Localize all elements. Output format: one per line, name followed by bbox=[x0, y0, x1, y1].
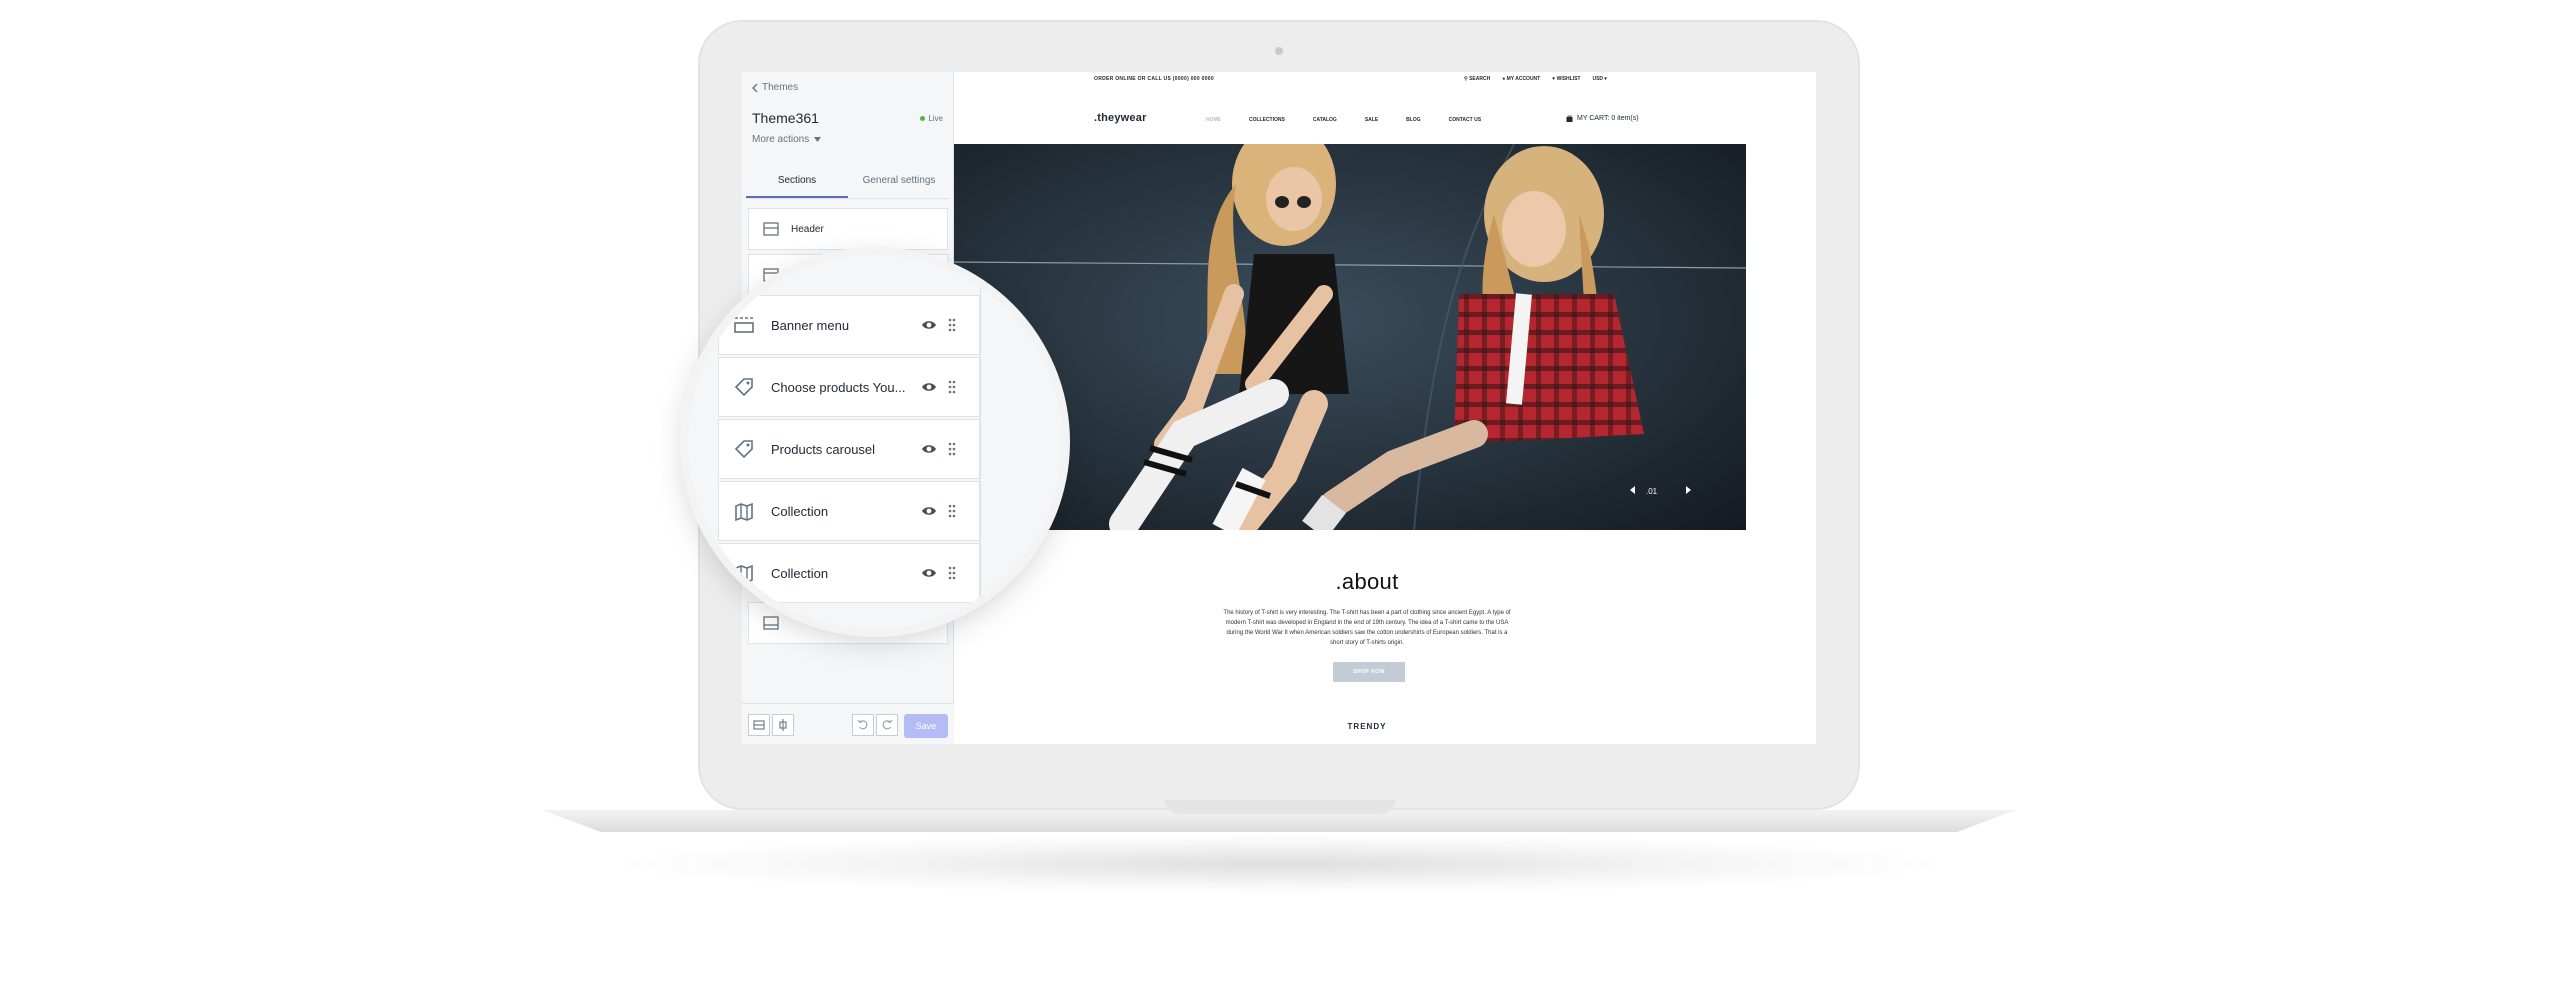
save-button[interactable]: Save bbox=[904, 714, 948, 738]
more-actions-button[interactable]: More actions bbox=[752, 134, 822, 145]
section-item-collection[interactable]: Collection bbox=[718, 481, 980, 541]
eye-icon[interactable] bbox=[921, 379, 937, 395]
slider-prev-button[interactable] bbox=[1622, 478, 1640, 500]
nav-contact[interactable]: CONTACT US bbox=[1449, 117, 1481, 123]
drag-handle-icon[interactable] bbox=[947, 503, 957, 519]
inspector-button[interactable] bbox=[772, 714, 794, 736]
store-preview: ORDER ONLINE OR CALL US (0000) 000 0000 … bbox=[954, 72, 1816, 744]
nav-home[interactable]: HOME bbox=[1206, 117, 1221, 123]
store-logo[interactable]: .theywear bbox=[1094, 112, 1147, 124]
bag-icon bbox=[1566, 115, 1573, 122]
collection-icon bbox=[735, 564, 753, 584]
nav-collections[interactable]: COLLECTIONS bbox=[1249, 117, 1285, 123]
wishlist-label: WISHLIST bbox=[1556, 76, 1581, 82]
cart-link[interactable]: MY CART: 0 item(s) bbox=[1566, 115, 1639, 122]
eye-icon[interactable] bbox=[921, 317, 937, 333]
back-link-label: Themes bbox=[762, 82, 799, 93]
tag-icon bbox=[734, 440, 753, 459]
tag-icon bbox=[734, 378, 753, 397]
nav-catalog[interactable]: CATALOG bbox=[1313, 117, 1337, 123]
laptop-notch bbox=[1165, 800, 1395, 814]
slider-next-button[interactable] bbox=[1680, 478, 1698, 500]
section-item-header[interactable]: Header bbox=[748, 208, 948, 250]
drag-handle-icon[interactable] bbox=[947, 565, 957, 581]
banner-menu-icon bbox=[734, 317, 754, 333]
layout-icon bbox=[753, 720, 765, 730]
currency-label: USD bbox=[1592, 76, 1604, 82]
currency-select[interactable]: USD ▾ bbox=[1592, 76, 1606, 82]
order-info: ORDER ONLINE OR CALL US (0000) 000 0000 bbox=[1094, 76, 1214, 82]
store-topbar: ORDER ONLINE OR CALL US (0000) 000 0000 … bbox=[954, 72, 1816, 88]
redo-icon bbox=[882, 719, 893, 730]
tab-general-settings[interactable]: General settings bbox=[848, 168, 950, 198]
section-label: Header bbox=[791, 223, 824, 235]
magnifier-lens: Banner menu Choose products You... Produ… bbox=[688, 255, 1062, 629]
account-link[interactable]: ● MY ACCOUNT bbox=[1502, 76, 1540, 82]
laptop-shadow bbox=[620, 834, 1940, 894]
eye-icon[interactable] bbox=[921, 441, 937, 457]
nav-sale[interactable]: SALE bbox=[1365, 117, 1378, 123]
undo-icon bbox=[857, 719, 868, 730]
eye-icon[interactable] bbox=[921, 503, 937, 519]
section-item-choose-products[interactable]: Choose products You... bbox=[718, 357, 980, 417]
section-label: Products carousel bbox=[771, 441, 876, 457]
cart-label: MY CART: 0 item(s) bbox=[1577, 115, 1639, 122]
editor-tabs: Sections General settings bbox=[746, 168, 950, 199]
section-label: Collection bbox=[771, 565, 829, 581]
search-link[interactable]: ⚲ SEARCH bbox=[1464, 76, 1490, 82]
nav-blog[interactable]: BLOG bbox=[1406, 117, 1420, 123]
trendy-heading: TRENDY bbox=[1347, 722, 1387, 731]
camera-dot bbox=[1275, 47, 1283, 55]
section-item-banner-menu[interactable]: Banner menu bbox=[718, 295, 980, 355]
caret-down-icon bbox=[814, 137, 822, 142]
section-icon bbox=[763, 616, 779, 630]
lens-divider bbox=[980, 255, 981, 629]
section-icon bbox=[763, 268, 779, 282]
status-badge: Live bbox=[920, 114, 943, 123]
about-text: The history of T-shirt is very interesti… bbox=[1223, 610, 1511, 646]
desktop-view-button[interactable] bbox=[748, 714, 770, 736]
back-to-themes-link[interactable]: Themes bbox=[752, 82, 798, 93]
account-label: MY ACCOUNT bbox=[1506, 76, 1541, 82]
more-actions-label: More actions bbox=[752, 134, 810, 145]
collection-icon bbox=[735, 502, 753, 522]
store-nav: HOME COLLECTIONS CATALOG SALE BLOG CONTA… bbox=[1206, 117, 1481, 123]
section-label: Choose products You... bbox=[771, 379, 906, 395]
section-label: Banner menu bbox=[771, 317, 850, 333]
redo-button[interactable] bbox=[876, 714, 898, 736]
eye-icon[interactable] bbox=[921, 565, 937, 581]
wishlist-link[interactable]: ♥ WISHLIST bbox=[1552, 76, 1580, 82]
live-dot-icon bbox=[920, 116, 926, 121]
about-title: .about bbox=[1335, 569, 1399, 594]
section-label: Collection bbox=[771, 503, 829, 519]
section-item-collection[interactable]: Collection bbox=[718, 543, 980, 603]
header-icon bbox=[763, 222, 779, 236]
tab-sections[interactable]: Sections bbox=[746, 168, 848, 198]
section-item-products-carousel[interactable]: Products carousel bbox=[718, 419, 980, 479]
slider-index: .01 bbox=[1646, 487, 1658, 496]
editor-footer: Save bbox=[742, 703, 954, 744]
search-label: SEARCH bbox=[1469, 76, 1491, 82]
drag-handle-icon[interactable] bbox=[947, 441, 957, 457]
top-links: ⚲ SEARCH ● MY ACCOUNT ♥ WISHLIST USD ▾ bbox=[1464, 76, 1607, 82]
theme-name: Theme361 bbox=[752, 110, 819, 126]
undo-button[interactable] bbox=[852, 714, 874, 736]
status-label: Live bbox=[928, 114, 943, 123]
drag-handle-icon[interactable] bbox=[947, 379, 957, 395]
crosshair-icon bbox=[779, 719, 787, 731]
drag-handle-icon[interactable] bbox=[947, 317, 957, 333]
hero-image: .01 bbox=[954, 144, 1746, 530]
hero-slideshow: .01 bbox=[954, 144, 1746, 530]
shop-now-button[interactable]: SHOP NOW bbox=[1333, 662, 1405, 682]
chevron-left-icon bbox=[752, 83, 758, 92]
